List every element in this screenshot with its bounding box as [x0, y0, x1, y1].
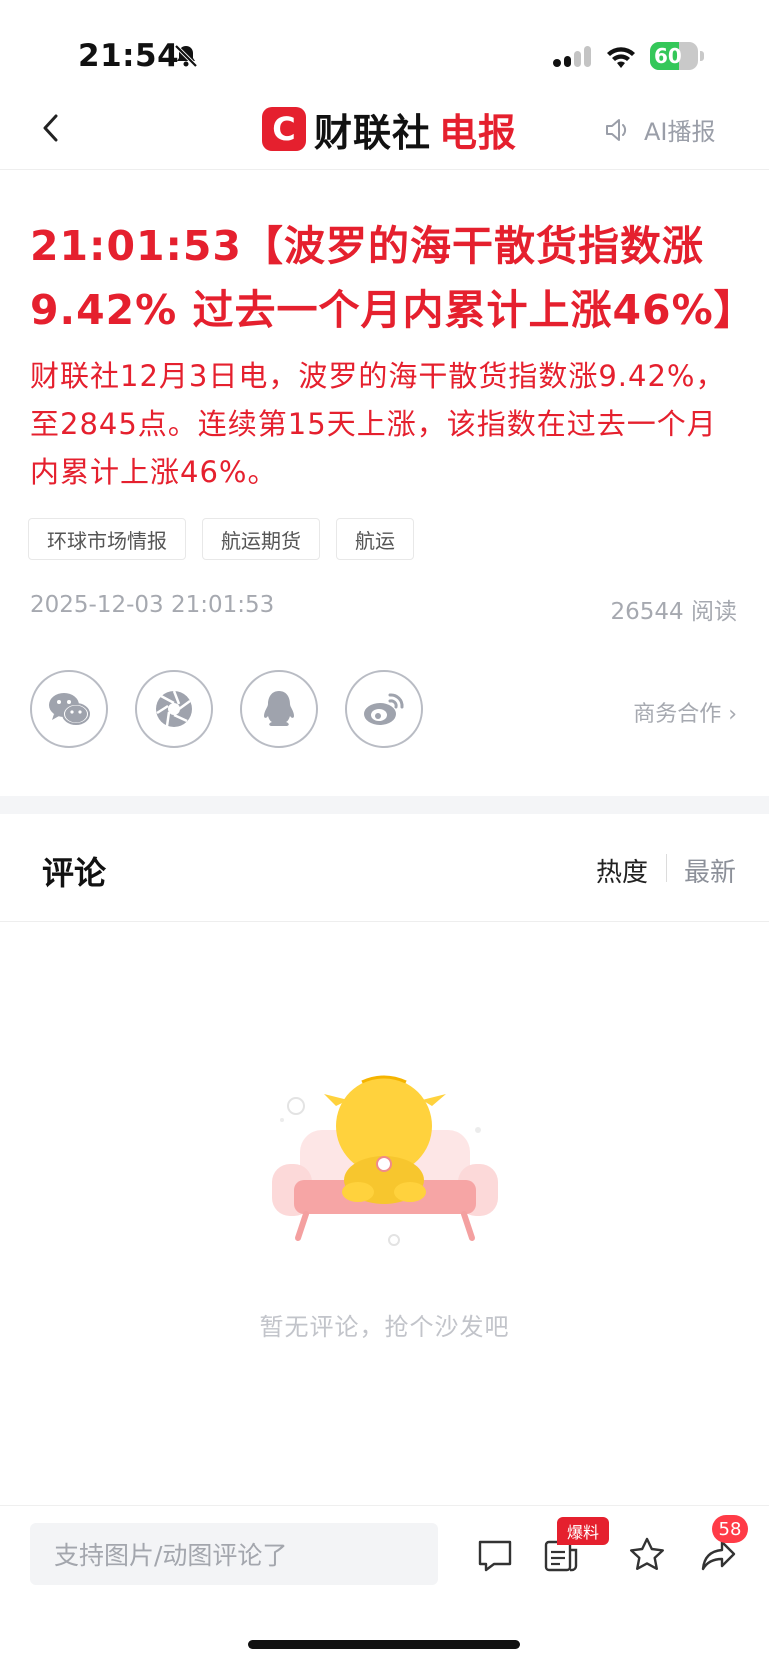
- tag-item[interactable]: 航运期货: [202, 518, 320, 560]
- article-headline: 21:01:53【波罗的海干散货指数涨9.42% 过去一个月内累计上涨46%】: [30, 222, 756, 334]
- brand-logo-mark: C: [262, 107, 306, 151]
- battery-indicator: 60: [650, 42, 704, 70]
- battery-level-text: 60: [654, 44, 682, 68]
- status-time: 21:54: [78, 38, 180, 74]
- tag-list: 环球市场情报 航运期货 航运: [28, 518, 414, 560]
- sort-newest-tab[interactable]: 最新: [684, 852, 736, 889]
- comments-divider: [0, 921, 769, 922]
- share-qq-button[interactable]: [240, 670, 318, 748]
- share-wechat-button[interactable]: [30, 670, 108, 748]
- section-separator: [0, 796, 769, 814]
- comments-title: 评论: [42, 854, 107, 892]
- comment-icon[interactable]: [474, 1534, 516, 1576]
- moments-icon: [156, 690, 192, 727]
- wifi-icon: [607, 47, 635, 68]
- comment-input[interactable]: 支持图片/动图评论了: [30, 1523, 438, 1585]
- bell-muted-icon: [174, 44, 198, 68]
- tag-item[interactable]: 环球市场情报: [28, 518, 186, 560]
- weibo-icon: [364, 693, 404, 725]
- bottom-bar-divider: [0, 1505, 769, 1506]
- favorite-star-icon[interactable]: [626, 1534, 668, 1576]
- nav-divider: [0, 169, 769, 170]
- tag-item[interactable]: 航运: [336, 518, 414, 560]
- brand-name-red: 电报: [439, 110, 518, 155]
- empty-comments-illustration: [272, 1075, 498, 1246]
- read-count: 26544 阅读: [610, 599, 737, 625]
- sort-divider: [666, 854, 667, 882]
- share-row: [30, 670, 423, 748]
- speaker-icon: [606, 118, 627, 141]
- tip-badge: 爆料: [557, 1517, 610, 1545]
- brand-logo: C 财联社 电报: [262, 106, 517, 155]
- back-arrow-icon[interactable]: [34, 106, 70, 150]
- comment-input-placeholder: 支持图片/动图评论了: [54, 1541, 288, 1570]
- share-weibo-button[interactable]: [345, 670, 423, 748]
- sort-hot-tab[interactable]: 热度: [596, 852, 648, 889]
- cellular-signal-icon: [553, 46, 591, 67]
- publish-time: 2025-12-03 21:01:53: [30, 592, 275, 618]
- home-indicator: [248, 1640, 520, 1649]
- share-moments-button[interactable]: [135, 670, 213, 748]
- share-count-badge: 58: [712, 1515, 748, 1543]
- wechat-icon: [49, 693, 90, 725]
- brand-name-black: 财联社: [314, 110, 432, 155]
- business-cooperation-link[interactable]: 商务合作 ›: [633, 696, 737, 728]
- qq-icon: [264, 691, 294, 726]
- empty-comments-text: 暂无评论，抢个沙发吧: [259, 1313, 510, 1341]
- article-body: 财联社12月3日电，波罗的海干散货指数涨9.42%，至2845点。连续第15天上…: [30, 359, 726, 489]
- ai-broadcast-button[interactable]: AI播报: [604, 112, 716, 147]
- ai-broadcast-label: AI播报: [644, 118, 716, 146]
